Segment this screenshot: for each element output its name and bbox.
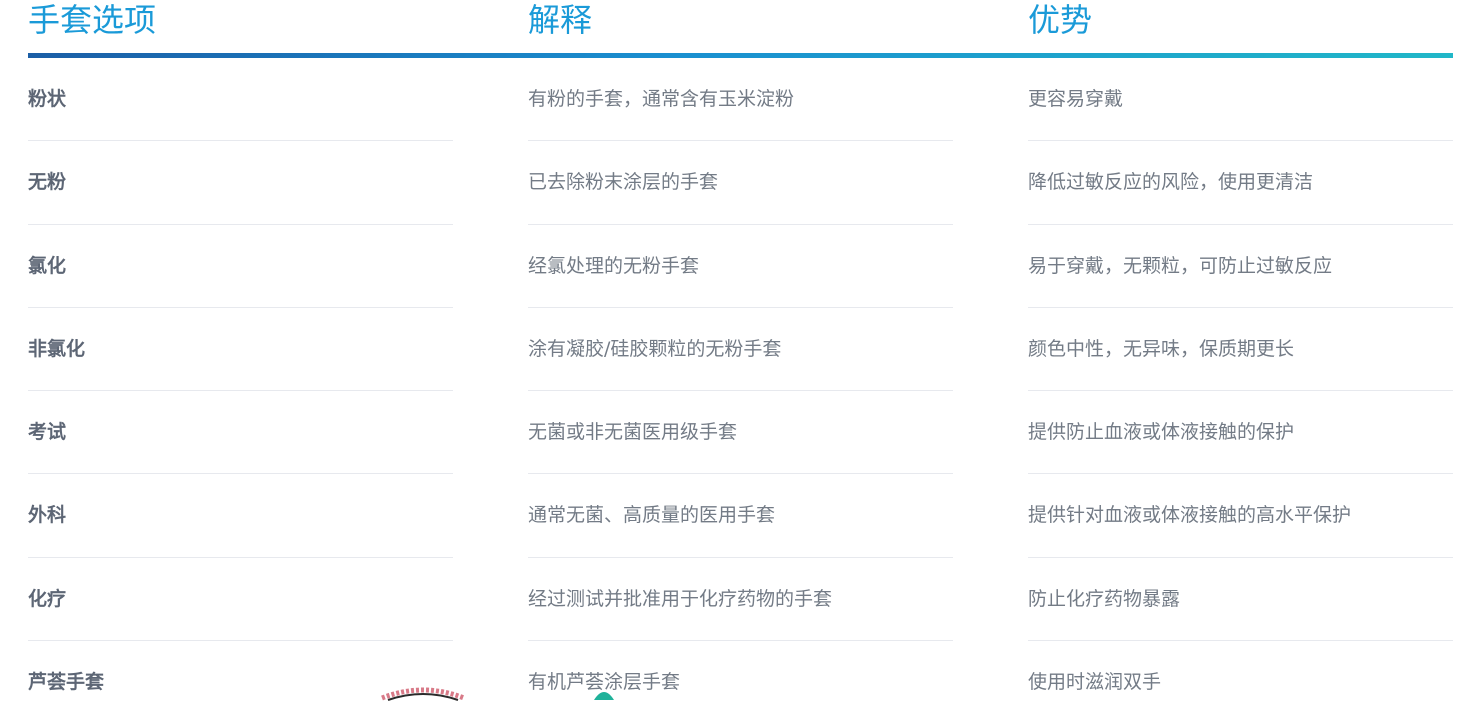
- option-cell: 粉状: [28, 58, 453, 142]
- advantage-cell: 更容易穿戴: [1028, 58, 1453, 142]
- leaf-icon: [594, 692, 614, 700]
- option-label: 粉状: [28, 88, 67, 110]
- explanation-text: 有粉的手套，通常含有玉米淀粉: [528, 88, 795, 110]
- explanation-cell: 经氯处理的无粉手套: [528, 225, 953, 308]
- advantage-text: 更容易穿戴: [1028, 88, 1124, 110]
- table-row: 非氯化 涂有凝胶/硅胶颗粒的无粉手套 颜色中性，无异味，保质期更长: [0, 308, 1475, 392]
- option-label: 考试: [28, 421, 67, 444]
- option-label: 化疗: [28, 587, 67, 610]
- explanation-text: 涂有凝胶/硅胶颗粒的无粉手套: [528, 337, 782, 360]
- option-cell: 氯化: [28, 225, 453, 308]
- badge-icon: [381, 687, 465, 701]
- explanation-text: 经氯处理的无粉手套: [528, 254, 700, 277]
- explanation-text: 通常无菌、高质量的医用手套: [528, 504, 776, 527]
- advantage-cell: 降低过敏反应的风险，使用更清洁: [1028, 141, 1453, 225]
- option-cell: 非氯化: [28, 308, 453, 392]
- explanation-cell: 无菌或非无菌医用级手套: [528, 391, 953, 475]
- explanation-cell: 有粉的手套，通常含有玉米淀粉: [528, 58, 953, 142]
- table-row: 氯化 经氯处理的无粉手套 易于穿戴，无颗粒，可防止过敏反应: [0, 225, 1475, 308]
- header-glove-option: 手套选项: [28, 1, 157, 39]
- option-label: 外科: [28, 504, 67, 527]
- advantage-text: 使用时滋润双手: [1028, 671, 1162, 694]
- explanation-text: 已去除粉末涂层的手套: [528, 171, 719, 194]
- advantage-cell: 易于穿戴，无颗粒，可防止过敏反应: [1028, 225, 1453, 308]
- table-row: 外科 通常无菌、高质量的医用手套 提供针对血液或体液接触的高水平保护: [0, 474, 1475, 558]
- advantage-text: 防止化疗药物暴露: [1028, 587, 1181, 610]
- option-label: 非氯化: [28, 337, 86, 360]
- advantage-text: 提供防止血液或体液接触的保护: [1028, 421, 1295, 444]
- advantage-cell: 防止化疗药物暴露: [1028, 558, 1453, 642]
- table-row: 芦荟手套 有机芦荟涂层手套 使用时滋润双手: [0, 641, 1475, 724]
- advantage-cell: 使用时滋润双手: [1028, 641, 1453, 724]
- option-cell: 外科: [28, 474, 453, 558]
- advantage-text: 降低过敏反应的风险，使用更清洁: [1028, 171, 1314, 194]
- table-row: 考试 无菌或非无菌医用级手套 提供防止血液或体液接触的保护: [0, 391, 1475, 475]
- option-cell: 化疗: [28, 558, 453, 642]
- option-label: 芦荟手套: [28, 671, 105, 694]
- advantage-cell: 颜色中性，无异味，保质期更长: [1028, 308, 1453, 392]
- advantage-text: 颜色中性，无异味，保质期更长: [1028, 337, 1295, 360]
- option-label: 氯化: [28, 254, 67, 277]
- glove-options-table: 粉状 有粉的手套，通常含有玉米淀粉 更容易穿戴 无粉 已去除粉末涂层的手套 降低…: [0, 58, 1475, 724]
- explanation-text: 无菌或非无菌医用级手套: [528, 421, 738, 444]
- explanation-cell: 经过测试并批准用于化疗药物的手套: [528, 558, 953, 642]
- explanation-cell: 通常无菌、高质量的医用手套: [528, 474, 953, 558]
- advantage-cell: 提供针对血液或体液接触的高水平保护: [1028, 474, 1453, 558]
- advantage-text: 易于穿戴，无颗粒，可防止过敏反应: [1028, 254, 1333, 277]
- explanation-cell: 涂有凝胶/硅胶颗粒的无粉手套: [528, 308, 953, 392]
- table-row: 化疗 经过测试并批准用于化疗药物的手套 防止化疗药物暴露: [0, 558, 1475, 642]
- advantage-cell: 提供防止血液或体液接触的保护: [1028, 391, 1453, 475]
- explanation-text: 经过测试并批准用于化疗药物的手套: [528, 587, 833, 610]
- option-cell: 无粉: [28, 141, 453, 225]
- table-header: 手套选项 解释 优势: [0, 0, 1475, 60]
- header-explanation: 解释: [528, 1, 593, 39]
- option-cell: 芦荟手套: [28, 641, 453, 724]
- table-row: 无粉 已去除粉末涂层的手套 降低过敏反应的风险，使用更清洁: [0, 141, 1475, 225]
- advantage-text: 提供针对血液或体液接触的高水平保护: [1028, 504, 1352, 527]
- explanation-cell: 已去除粉末涂层的手套: [528, 141, 953, 225]
- explanation-cell: 有机芦荟涂层手套: [528, 641, 953, 724]
- header-advantage: 优势: [1028, 1, 1093, 39]
- option-label: 无粉: [28, 171, 67, 194]
- table-row: 粉状 有粉的手套，通常含有玉米淀粉 更容易穿戴: [0, 58, 1475, 142]
- option-cell: 考试: [28, 391, 453, 475]
